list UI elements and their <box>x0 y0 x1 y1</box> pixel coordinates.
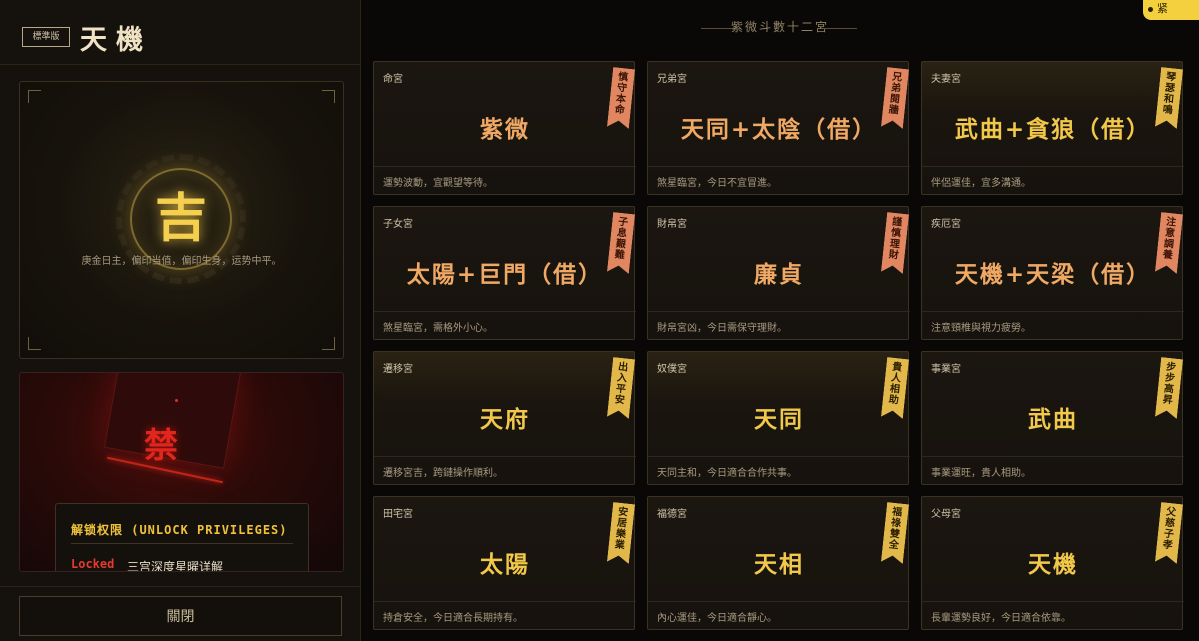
divider <box>922 166 1184 167</box>
page-title: 天機 <box>80 25 152 56</box>
title-rule-right <box>823 28 857 29</box>
edition-badge: 標準版 <box>22 27 70 47</box>
palace-name: 夫妻宮 <box>931 74 961 85</box>
palace-stars: 天府 <box>480 406 530 433</box>
palace-card[interactable]: 田宅宮 太陽 持倉安全，今日適合長期持有。 安居樂業 <box>373 496 636 630</box>
palace-description: 遷移宮吉，跨鏈操作順利。 <box>383 468 503 479</box>
palace-stars: 武曲+貪狼（借） <box>954 116 1152 143</box>
palace-card[interactable]: 遷移宮 天府 遷移宮吉，跨鏈操作順利。 出入平安 <box>373 351 636 485</box>
palace-stars: 天相 <box>754 551 804 578</box>
seal-dot <box>175 399 178 402</box>
palace-card[interactable]: 奴僕宮 天同 天同主和，今日適合合作共事。 貴人相助 <box>647 351 910 485</box>
close-button[interactable]: 關閉 <box>19 596 342 636</box>
divider <box>922 456 1184 457</box>
palace-description: 財帛宮凶，今日需保守理財。 <box>657 323 787 334</box>
corner-decoration <box>322 90 335 103</box>
divider <box>648 601 910 602</box>
fortune-card: 吉 庚金日主，偏印当值，偏印生身，运势中平。 <box>19 81 344 359</box>
palace-stars: 天同 <box>754 406 804 433</box>
divider <box>648 311 910 312</box>
palace-description: 運勢波動，宜觀望等待。 <box>383 178 493 189</box>
divider <box>648 456 910 457</box>
palace-description: 長輩運勢良好，今日適合依靠。 <box>931 613 1071 624</box>
palace-name: 子女宮 <box>383 219 413 230</box>
palace-description: 持倉安全，今日適合長期持有。 <box>383 613 523 624</box>
fortune-description: 庚金日主，偏印当值，偏印生身，运势中平。 <box>81 256 282 267</box>
palace-card[interactable]: 事業宮 武曲 事業運旺，貴人相助。 步步高昇 <box>921 351 1184 485</box>
locked-feature: 三宫深度星曜详解 <box>127 560 224 572</box>
locked-panel: 禁 解锁权限 (UNLOCK PRIVILEGES) Locked 三宫深度星曜… <box>19 372 344 572</box>
divider <box>648 166 910 167</box>
palace-description: 事業運旺，貴人相助。 <box>931 468 1031 479</box>
palace-name: 父母宮 <box>931 509 961 520</box>
palace-description: 內心運佳，今日適合靜心。 <box>657 613 777 624</box>
palace-name: 事業宮 <box>931 364 961 375</box>
palace-card[interactable]: 父母宮 天機 長輩運勢良好，今日適合依靠。 父慈子孝 <box>921 496 1184 630</box>
palace-description: 煞星臨宮，需格外小心。 <box>383 323 493 334</box>
palace-name: 命宮 <box>383 74 403 85</box>
palace-stars: 廉貞 <box>754 261 804 288</box>
palace-stars: 太陽 <box>480 551 530 578</box>
palace-card[interactable]: 兄弟宮 天同+太陰（借） 煞星臨宮，今日不宜冒進。 兄弟閱牆 <box>647 61 910 195</box>
divider <box>374 601 636 602</box>
palace-card[interactable]: 疾厄宮 天機+天梁（借） 注意頸椎與視力疲勞。 注意調養 <box>921 206 1184 340</box>
palace-stars: 紫微 <box>480 116 530 143</box>
palace-name: 兄弟宮 <box>657 74 687 85</box>
palace-card[interactable]: 財帛宮 廉貞 財帛宮凶，今日需保守理財。 謹慎理財 <box>647 206 910 340</box>
dot-icon <box>1148 7 1153 12</box>
corner-decoration <box>28 337 41 350</box>
divider <box>374 456 636 457</box>
palace-card[interactable]: 命宮 紫微 運勢波動，宜觀望等待。 慎守本命 <box>373 61 636 195</box>
divider <box>374 311 636 312</box>
divider <box>71 543 293 544</box>
forbidden-seal-char: 禁 <box>144 426 178 466</box>
corner-decoration <box>28 90 41 103</box>
divider <box>0 586 360 587</box>
palace-card[interactable]: 子女宮 太陽+巨門（借） 煞星臨宮，需格外小心。 子息艱難 <box>373 206 636 340</box>
divider <box>374 166 636 167</box>
grid-title: 紫微斗數十二宮 <box>730 20 829 34</box>
palace-stars: 天同+太陰（借） <box>680 116 878 143</box>
palace-card[interactable]: 夫妻宮 武曲+貪狼（借） 伴侶運佳，宜多溝通。 琴瑟和鳴 <box>921 61 1184 195</box>
palace-stars: 武曲 <box>1028 406 1078 433</box>
left-panel: 標準版 天機 吉 庚金日主，偏印当值，偏印生身，运势中平。 禁 解锁权限 (UN… <box>0 0 361 641</box>
palace-card[interactable]: 福德宮 天相 內心運佳，今日適合靜心。 福祿雙全 <box>647 496 910 630</box>
locked-status: Locked <box>71 557 115 571</box>
divider <box>922 601 1184 602</box>
corner-badge-label: 紧 <box>1157 2 1168 15</box>
palace-stars: 天機+天梁（借） <box>954 261 1152 288</box>
palace-name: 奴僕宮 <box>657 364 687 375</box>
palace-description: 天同主和，今日適合合作共事。 <box>657 468 797 479</box>
palace-name: 財帛宮 <box>657 219 687 230</box>
palace-stars: 太陽+巨門（借） <box>406 261 604 288</box>
unlock-privileges-card[interactable]: 解锁权限 (UNLOCK PRIVILEGES) Locked 三宫深度星曜详解 <box>55 503 309 572</box>
palace-description: 煞星臨宮，今日不宜冒進。 <box>657 178 777 189</box>
palace-name: 福德宮 <box>657 509 687 520</box>
divider <box>922 311 1184 312</box>
header: 標準版 天機 <box>0 0 360 65</box>
palace-name: 疾厄宮 <box>931 219 961 230</box>
palace-description: 注意頸椎與視力疲勞。 <box>931 323 1031 334</box>
palace-grid-area: 紫微斗數十二宮 命宮 紫微 運勢波動，宜觀望等待。 慎守本命 兄弟宮 天同+太陰（借） 煞星… <box>361 0 1199 641</box>
corner-badge[interactable]: 紧 <box>1143 0 1199 20</box>
unlock-title: 解锁权限 (UNLOCK PRIVILEGES) <box>71 523 288 537</box>
palace-description: 伴侶運佳，宜多溝通。 <box>931 178 1031 189</box>
palace-name: 遷移宮 <box>383 364 413 375</box>
palace-name: 田宅宮 <box>383 509 413 520</box>
palace-stars: 天機 <box>1028 551 1078 578</box>
corner-decoration <box>322 337 335 350</box>
